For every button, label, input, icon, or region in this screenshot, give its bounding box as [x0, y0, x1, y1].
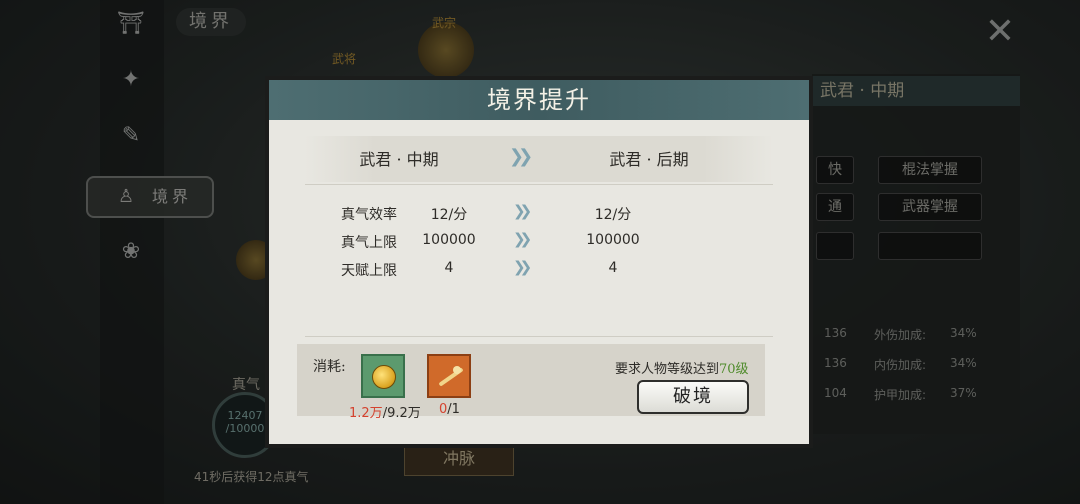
dialog-title: 境界提升: [269, 80, 809, 120]
double-chevron-icon: ❯❯: [513, 258, 532, 276]
divider: [305, 184, 773, 185]
gold-coin-item[interactable]: [361, 354, 405, 398]
level-requirement: 要求人物等级达到70级: [615, 358, 765, 377]
branch-count: 0/1: [439, 402, 460, 417]
next-realm: 武君 · 后期: [609, 150, 689, 169]
stat-label: 天赋上限: [341, 263, 397, 279]
stat-next: 4: [608, 260, 618, 276]
realm-upgrade-dialog: 境界提升 武君 · 中期 ❯❯ 武君 · 后期 真气效率 12/分 ❯❯ 12/…: [265, 76, 813, 448]
stat-current: 4: [444, 260, 454, 276]
coin-need: /9.2万: [382, 406, 421, 421]
branch-leaf-icon: [453, 366, 461, 374]
stat-label: 真气上限: [341, 235, 397, 251]
requirement-text: 要求人物等级达到: [615, 362, 720, 377]
break-realm-button[interactable]: 破境: [637, 380, 749, 414]
current-realm: 武君 · 中期: [359, 150, 439, 169]
gold-coin-icon: [372, 365, 396, 389]
golden-branch-item[interactable]: [427, 354, 471, 398]
double-chevron-icon: ❯❯: [513, 230, 532, 248]
coin-have: 1.2万: [349, 406, 383, 421]
stat-current: 12/分: [430, 207, 468, 223]
coin-count: 1.2万/9.2万: [349, 402, 421, 421]
stat-next: 100000: [586, 232, 640, 248]
double-chevron-icon: ❯❯: [509, 146, 533, 167]
requirement-level: 70级: [719, 362, 749, 377]
double-chevron-icon: ❯❯: [513, 202, 532, 220]
stat-next: 12/分: [594, 207, 632, 223]
stat-current: 100000: [422, 232, 476, 248]
divider: [305, 336, 773, 337]
cost-label: 消耗:: [313, 359, 346, 375]
stat-label: 真气效率: [341, 207, 397, 223]
branch-need: /1: [447, 402, 460, 417]
